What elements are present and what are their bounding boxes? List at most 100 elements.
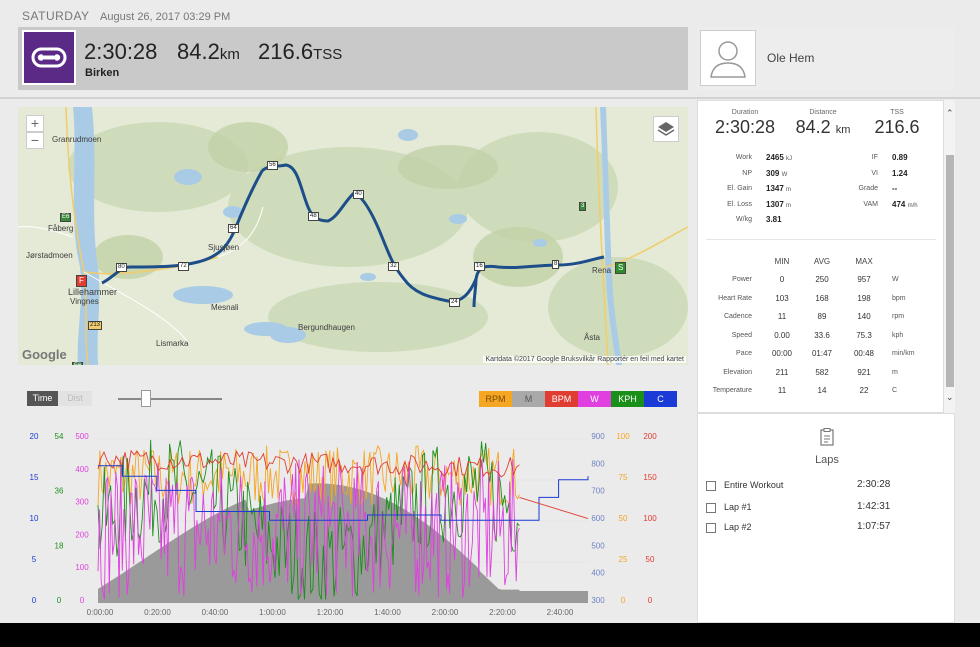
km-marker: 40: [353, 190, 364, 199]
table-cell-max: 198: [857, 293, 871, 303]
stat-value: 1347 m: [766, 184, 791, 193]
place-label: Granrudmoen: [52, 135, 102, 144]
table-header-avg: AVG: [813, 257, 831, 266]
distance-value: 84.2 km: [786, 117, 860, 138]
stat-value: 0.89: [892, 153, 908, 162]
athlete-card[interactable]: Ole Hem: [697, 27, 955, 90]
layers-icon[interactable]: [653, 116, 679, 142]
stats-scrollbar[interactable]: ⌃ ⌄: [943, 100, 955, 413]
time-axis-tick: 2:20:00: [489, 608, 516, 617]
tss-value: 216.6: [874, 117, 920, 137]
table-cell-max: 00:48: [853, 349, 875, 358]
cadence-axis-tick: 0: [621, 596, 626, 605]
elevation-axis-tick: 300: [591, 596, 605, 605]
stat-unit: kJ: [786, 156, 793, 162]
place-label: Lismarka: [156, 339, 189, 348]
speed-axis-tick: 0: [57, 596, 62, 605]
table-header-max: MAX: [855, 257, 873, 266]
channel-rpm-toggle[interactable]: RPM: [479, 391, 512, 407]
lap-name: Lap #1: [724, 502, 752, 512]
zoom-out-button[interactable]: −: [26, 132, 44, 149]
workout-day: SATURDAY: [22, 9, 90, 23]
table-cell-unit: m: [892, 368, 898, 376]
stat-number: 1347: [766, 184, 784, 193]
scroll-up-icon[interactable]: ⌃: [946, 108, 954, 119]
table-cell-avg: 582: [815, 367, 829, 377]
cadence-axis-tick: 50: [619, 514, 628, 523]
distance-axis-toggle[interactable]: Dist: [58, 391, 92, 406]
elevation-axis-tick: 400: [591, 569, 605, 578]
table-cell-max: 22: [859, 386, 869, 395]
table-cell-unit: kph: [892, 331, 904, 339]
time-axis-tick: 2:40:00: [547, 608, 574, 617]
distance-unit: km: [835, 124, 851, 136]
channel-temperature-toggle[interactable]: C: [644, 391, 677, 407]
workout-stats-panel: Duration 2:30:28 Distance 84.2 km TSS 21…: [697, 100, 955, 413]
header-distance-value: 84.2: [177, 39, 220, 64]
stat-value: --: [892, 184, 897, 193]
finish-marker[interactable]: F: [76, 275, 87, 287]
place-label: Rena: [592, 266, 612, 275]
table-cell-avg: 14: [817, 386, 827, 395]
distance-label: Distance: [809, 109, 837, 116]
scrollbar-thumb[interactable]: [946, 155, 954, 387]
lap-checkbox[interactable]: [706, 481, 716, 491]
place-label: Jørstadmoen: [26, 251, 73, 260]
stat-number: 2465: [766, 153, 784, 162]
table-row-label: Cadence: [723, 313, 752, 320]
workout-title[interactable]: Birken: [85, 67, 119, 79]
stat-unit: m: [786, 187, 792, 193]
zoom-in-button[interactable]: +: [26, 115, 44, 132]
lap-row[interactable]: Lap #2 1:07:57: [706, 521, 946, 536]
distance-number: 84.2: [795, 117, 831, 137]
place-label: Bergundhaugen: [298, 323, 355, 332]
channel-heart-rate-toggle[interactable]: BPM: [545, 391, 578, 407]
km-marker: 32: [388, 262, 399, 271]
lap-row[interactable]: Entire Workout 2:30:28: [706, 479, 946, 494]
duration-value: 2:30:28: [714, 117, 776, 137]
km-marker: 64: [228, 224, 239, 233]
workout-graph[interactable]: 2015105054361805004003002001000900800700…: [18, 415, 688, 623]
route-map[interactable]: + − Granrudmoen Fåberg Jørstadmoen Lille…: [18, 107, 688, 365]
stat-label: Work: [735, 154, 752, 161]
power-axis-tick: 500: [75, 432, 89, 441]
table-cell-min: 103: [775, 293, 789, 303]
channel-power-toggle[interactable]: W: [578, 391, 611, 407]
start-marker[interactable]: S: [615, 262, 627, 274]
lap-checkbox[interactable]: [706, 503, 716, 513]
elevation-axis-tick: 600: [591, 514, 605, 523]
workout-app: SATURDAY August 26, 2017 03:29 PM 2:30:2…: [0, 0, 980, 623]
cadence-axis-tick: 25: [619, 555, 628, 564]
lap-name: Entire Workout: [724, 480, 784, 490]
speed-axis-tick: 54: [55, 432, 64, 441]
channel-elevation-toggle[interactable]: M: [512, 391, 545, 407]
stat-value: 1.24: [892, 169, 908, 178]
header-tss: 216.6TSS: [258, 39, 342, 65]
table-cell-unit: C: [892, 387, 898, 394]
table-cell-unit: rpm: [892, 313, 905, 320]
lap-checkbox[interactable]: [706, 523, 716, 533]
table-row-label: Heart Rate: [718, 294, 752, 302]
time-axis-tick: 1:20:00: [317, 608, 344, 617]
table-cell-avg: 89: [817, 312, 827, 321]
table-cell-max: 140: [857, 312, 871, 321]
temperature-axis-tick: 10: [30, 514, 39, 523]
power-axis-tick: 0: [80, 596, 85, 605]
avatar[interactable]: [700, 30, 756, 86]
lap-row[interactable]: Lap #1 1:42:31: [706, 501, 946, 516]
channel-speed-toggle[interactable]: KPH: [611, 391, 644, 407]
lap-time: 1:42:31: [857, 501, 891, 512]
page-margin: [962, 100, 980, 623]
time-axis-toggle[interactable]: Time: [27, 391, 58, 406]
elevation-axis-tick: 800: [591, 459, 605, 468]
table-row-label: Speed: [731, 331, 752, 339]
scroll-down-icon[interactable]: ⌄: [946, 392, 954, 403]
bike-chain-icon[interactable]: [22, 30, 76, 85]
stat-number: 0.89: [892, 153, 908, 162]
table-cell-max: 75.3: [856, 330, 872, 340]
smoothing-slider-track[interactable]: [118, 398, 222, 400]
smoothing-slider-handle[interactable]: [141, 390, 151, 407]
map-attribution[interactable]: Kartdata ©2017 Google Bruksvilkår Rappor…: [483, 356, 686, 363]
stat-label: VAM: [863, 200, 878, 208]
km-marker: 8: [552, 260, 560, 269]
